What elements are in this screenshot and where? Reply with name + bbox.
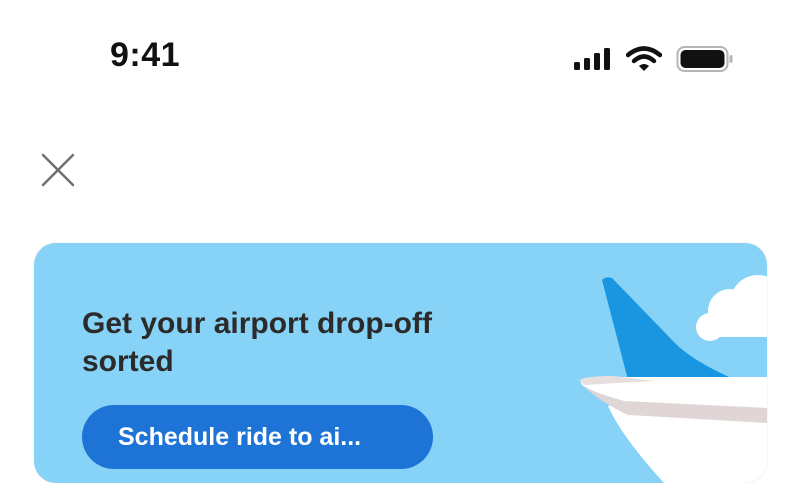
promo-title: Get your airport drop-off sorted [82, 307, 432, 378]
airplane-icon [580, 275, 767, 483]
battery-icon [676, 46, 733, 72]
close-button[interactable] [38, 150, 78, 190]
cloud-shape [696, 275, 767, 341]
airport-promo-card[interactable]: Get your airport drop-off sorted Schedul… [34, 243, 767, 483]
wifi-icon [626, 46, 662, 71]
status-icons [574, 44, 734, 74]
schedule-ride-button[interactable]: Schedule ride to ai... [82, 405, 433, 469]
close-icon [41, 153, 75, 187]
status-time: 9:41 [110, 36, 181, 74]
status-bar: 9:41 [0, 0, 800, 110]
cellular-signal-icon [574, 48, 610, 70]
